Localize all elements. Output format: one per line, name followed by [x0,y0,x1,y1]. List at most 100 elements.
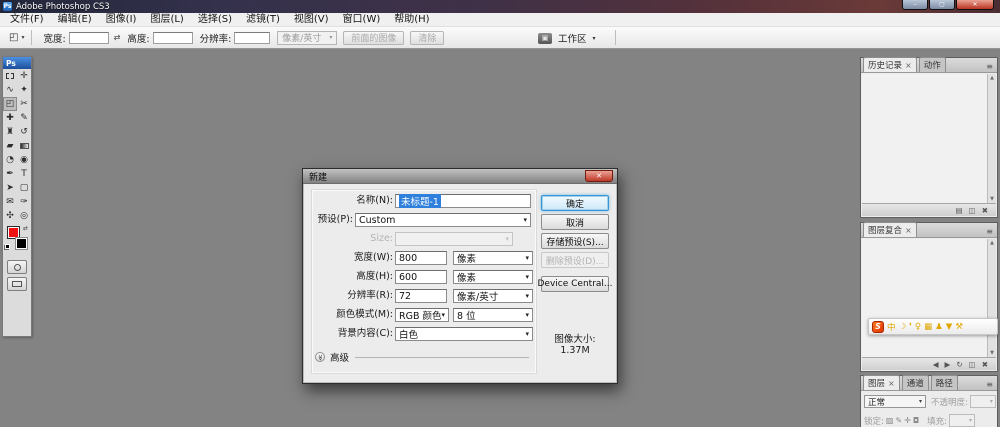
lasso-tool[interactable]: ∿ [3,83,17,97]
shape-tool[interactable]: ▢ [17,181,31,195]
brush-tool[interactable]: ✎ [17,111,31,125]
advanced-expand-button[interactable]: ≫ [315,352,325,362]
menu-image[interactable]: 图像(I) [99,13,144,27]
eraser-tool[interactable]: ▰ [3,139,17,153]
zoom-tool[interactable]: ◎ [17,209,31,223]
input-style-icon[interactable]: ♟ [935,322,943,332]
menu-select[interactable]: 选择(S) [191,13,239,27]
scrollbar[interactable]: ▲ ▼ [987,74,996,203]
new-comp-icon[interactable]: ◫ [969,360,976,369]
tab-layers[interactable]: 图层 × [863,375,900,390]
scroll-up-icon[interactable]: ▲ [990,240,994,246]
swap-colors-icon[interactable]: ⇄ [23,225,28,232]
clone-stamp-tool[interactable]: ♜ [3,125,17,139]
type-tool[interactable]: T [17,167,31,181]
slice-tool[interactable]: ✂ [17,97,31,111]
crop-height-input[interactable] [153,32,193,44]
resolution-unit-dropdown[interactable]: 像素/英寸 ▾ [453,289,533,303]
tab-channels[interactable]: 通道 [902,375,929,390]
chinese-english-icon[interactable]: 中 [887,321,896,333]
width-unit-dropdown[interactable]: 像素 ▾ [453,251,533,265]
dialog-close-button[interactable]: ✕ [585,170,613,182]
gradient-tool[interactable] [17,139,31,153]
close-button[interactable]: ✕ [956,0,994,10]
dodge-tool[interactable]: ◉ [17,153,31,167]
prev-comp-icon[interactable]: ◀ [933,360,939,369]
palette-header[interactable]: Ps [3,57,31,69]
close-icon[interactable]: × [905,226,912,235]
lock-image-icon[interactable]: ✎ [895,416,902,425]
delete-icon[interactable]: ✖ [982,206,988,215]
front-image-button[interactable]: 前面的图像 [343,31,404,45]
bridge-icon[interactable]: ▣ [538,33,552,44]
toolbox-icon[interactable]: ⚒ [955,322,963,332]
tab-layer-comps[interactable]: 图层复合 × [863,222,917,237]
maximize-button[interactable]: ▢ [929,0,955,10]
ok-button[interactable]: 确定 [541,195,609,211]
preset-dropdown[interactable]: Custom ▾ [355,213,531,227]
quick-mask-button[interactable] [7,260,27,274]
width-input[interactable]: 800 [395,251,447,265]
menu-filter[interactable]: 滤镜(T) [239,13,287,27]
new-document-from-state-icon[interactable]: ▤ [956,206,963,215]
crop-tool[interactable]: ◰ [3,97,17,111]
blend-mode-dropdown[interactable]: 正常 ▾ [864,395,926,408]
punctuation-icon[interactable]: ❜ [909,322,912,332]
screen-mode-button[interactable] [7,277,27,291]
skin-icon[interactable]: ▼ [946,322,953,332]
swap-dimensions-icon[interactable]: ⇄ [114,33,121,42]
minimize-button[interactable]: – [902,0,928,10]
move-tool[interactable]: ✛ [17,69,31,83]
opacity-field[interactable]: ▾ [970,395,996,408]
crop-resolution-input[interactable] [234,32,270,44]
close-icon[interactable]: × [905,61,912,70]
voice-input-icon[interactable]: ♀ [915,322,921,332]
scroll-up-icon[interactable]: ▲ [990,75,994,81]
panel-menu-icon[interactable]: ≡ [984,62,995,72]
tab-history[interactable]: 历史记录 × [863,57,917,72]
tool-preset-picker[interactable]: ◰ ▾ [6,31,27,44]
blur-tool[interactable]: ◔ [3,153,17,167]
magic-wand-tool[interactable]: ✦ [17,83,31,97]
color-mode-dropdown[interactable]: RGB 颜色 ▾ [395,308,449,322]
healing-brush-tool[interactable]: ✚ [3,111,17,125]
hand-tool[interactable]: ✣ [3,209,17,223]
dialog-title-bar[interactable]: 新建 [303,169,617,184]
eyedropper-tool[interactable]: ✑ [17,195,31,209]
height-unit-dropdown[interactable]: 像素 ▾ [453,270,533,284]
tab-actions[interactable]: 动作 [919,57,946,72]
fill-field[interactable]: ▾ [949,414,975,427]
scrollbar[interactable]: ▲ ▼ [987,239,996,357]
resolution-unit-dropdown[interactable]: 像素/英寸 ▾ [277,31,337,45]
workspace-button[interactable]: 工作区 [558,31,587,45]
resolution-input[interactable]: 72 [395,289,447,303]
height-input[interactable]: 600 [395,270,447,284]
tab-paths[interactable]: 路径 [931,375,958,390]
notes-tool[interactable]: ✉ [3,195,17,209]
soft-keyboard-icon[interactable]: ▦ [924,322,932,332]
panel-menu-icon[interactable]: ≡ [984,380,995,390]
lock-all-icon[interactable]: ◘ [913,416,919,425]
device-central-button[interactable]: Device Central... [541,276,609,292]
pen-tool[interactable]: ✒ [3,167,17,181]
bit-depth-dropdown[interactable]: 8 位 ▾ [453,308,533,322]
menu-window[interactable]: 窗口(W) [336,13,388,27]
history-brush-tool[interactable]: ↺ [17,125,31,139]
lock-position-icon[interactable]: ✛ [904,416,911,425]
delete-comp-icon[interactable]: ✖ [982,360,988,369]
path-selection-tool[interactable]: ➤ [3,181,17,195]
menu-edit[interactable]: 编辑(E) [51,13,99,27]
menu-file[interactable]: 文件(F) [3,13,51,27]
next-comp-icon[interactable]: ▶ [945,360,951,369]
sogou-logo[interactable]: S [872,321,884,333]
cancel-button[interactable]: 取消 [541,214,609,230]
lock-transparency-icon[interactable]: ▨ [886,416,894,425]
menu-view[interactable]: 视图(V) [287,13,336,27]
scroll-down-icon[interactable]: ▼ [990,350,994,356]
close-icon[interactable]: × [888,379,895,388]
rectangular-marquee-tool[interactable] [3,69,17,83]
new-snapshot-icon[interactable]: ◫ [969,206,976,215]
background-color-swatch[interactable] [15,237,28,250]
name-input[interactable]: 未标题-1 [395,194,531,208]
save-preset-button[interactable]: 存储预设(S)... [541,233,609,249]
